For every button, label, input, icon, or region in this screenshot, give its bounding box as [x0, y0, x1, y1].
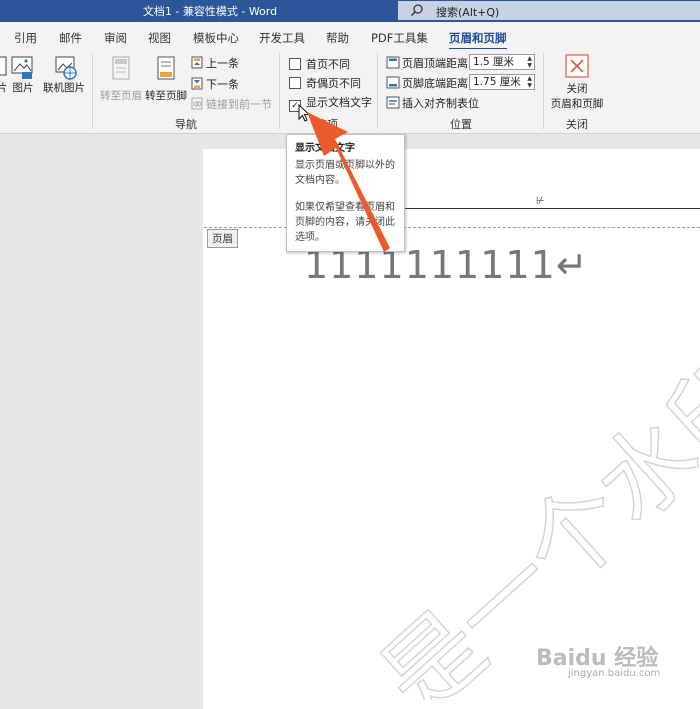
tooltip-description: 显示页眉或页脚以外的文档内容。	[295, 160, 395, 186]
next-icon	[191, 77, 203, 90]
options-group-label: 选项	[316, 118, 338, 131]
first-page-different-checkbox[interactable]: 首页不同	[289, 56, 350, 72]
link-icon	[191, 97, 203, 110]
header-tag: 页眉	[207, 229, 238, 248]
brand-url: jingyan.baidu.com	[568, 668, 661, 679]
footer-distance-icon	[386, 76, 400, 89]
search-icon	[410, 4, 423, 17]
tab-pdf-tools[interactable]: PDF工具集	[371, 30, 428, 46]
search-box[interactable]: 搜索(Alt+Q)	[398, 1, 700, 20]
link-to-previous-button[interactable]: 链接到前一节	[191, 96, 272, 112]
tooltip: 显示文档文字 显示页眉或页脚以外的文档内容。 如果仅希望查看页眉和页脚的内容，请…	[286, 134, 405, 252]
tab-mailings[interactable]: 邮件	[59, 30, 82, 46]
odd-even-different-checkbox[interactable]: 奇偶页不同	[289, 75, 361, 91]
header-top-distance-input[interactable]: 1.5 厘米 ▲ ▼	[469, 54, 535, 70]
close-header-footer-button[interactable]: 关闭 页眉和页脚	[550, 53, 604, 111]
previous-button[interactable]: 上一条	[191, 55, 239, 71]
document-page[interactable]	[203, 149, 700, 709]
tab-help[interactable]: 帮助	[326, 30, 349, 46]
tab-references[interactable]: 引用	[14, 30, 37, 46]
picture-button[interactable]: 图片	[10, 54, 36, 95]
tooltip-title: 显示文档文字	[295, 143, 355, 154]
checkbox-box	[289, 58, 301, 70]
next-button[interactable]: 下一条	[191, 76, 239, 92]
footer-bottom-distance-input[interactable]: 1.75 厘米 ▲ ▼	[469, 74, 535, 90]
group-separator	[279, 53, 280, 129]
tab-developer[interactable]: 开发工具	[259, 30, 305, 46]
picture-icon-partial	[0, 56, 7, 76]
tab-header-footer[interactable]: 页眉和页脚	[449, 30, 507, 50]
online-picture-icon	[55, 56, 77, 80]
spinner-arrows-icon[interactable]: ▲ ▼	[527, 75, 532, 89]
footer-bottom-distance-label: 页脚底端距离:	[386, 75, 472, 91]
picture-partial-button[interactable]: 片	[0, 54, 10, 95]
group-separator	[92, 53, 93, 129]
position-group-label: 位置	[450, 118, 472, 131]
header-border-line	[404, 208, 700, 209]
goto-header-button[interactable]: 转至页眉	[100, 54, 142, 103]
ribbon: 片 图片 联机图片 转至页眉 转至页脚 上一条 下一条 链接到前一节 导航 首页…	[0, 49, 700, 134]
group-separator	[543, 53, 544, 129]
goto-footer-icon	[157, 56, 175, 80]
tab-view[interactable]: 视图	[148, 30, 171, 46]
ribbon-tabs: 引用 邮件 审阅 视图 模板中心 开发工具 帮助 PDF工具集 页眉和页脚	[0, 22, 700, 50]
tab-template-center[interactable]: 模板中心	[193, 30, 239, 46]
header-boundary	[204, 227, 700, 228]
spinner-arrows-icon[interactable]: ▲ ▼	[527, 55, 532, 69]
navigation-group-label: 导航	[175, 118, 197, 131]
close-group-label: 关闭	[566, 118, 588, 131]
picture-icon	[11, 56, 33, 79]
title-bar: 文档1 - 兼容性模式 - Word 搜索(Alt+Q)	[0, 0, 700, 22]
checkbox-box	[289, 77, 301, 89]
text-cursor-mark: ⊬	[536, 196, 545, 207]
tab-review[interactable]: 审阅	[104, 30, 127, 46]
close-icon	[565, 54, 589, 78]
group-separator	[377, 53, 378, 129]
previous-icon	[191, 56, 203, 69]
alignment-tab-icon	[386, 96, 400, 109]
search-placeholder: 搜索(Alt+Q)	[436, 6, 500, 19]
goto-header-icon	[112, 56, 130, 80]
insert-alignment-tab-button[interactable]: 插入对齐制表位	[386, 95, 479, 111]
window-title: 文档1 - 兼容性模式 - Word	[142, 5, 278, 18]
tooltip-hint: 如果仅希望查看页眉和页脚的内容，请关闭此选项。	[295, 202, 395, 243]
header-distance-icon	[386, 56, 400, 69]
mouse-pointer-icon	[298, 104, 310, 122]
goto-footer-button[interactable]: 转至页脚	[145, 54, 187, 103]
header-top-distance-label: 页眉顶端距离:	[386, 55, 472, 71]
online-picture-button[interactable]: 联机图片	[43, 54, 85, 95]
